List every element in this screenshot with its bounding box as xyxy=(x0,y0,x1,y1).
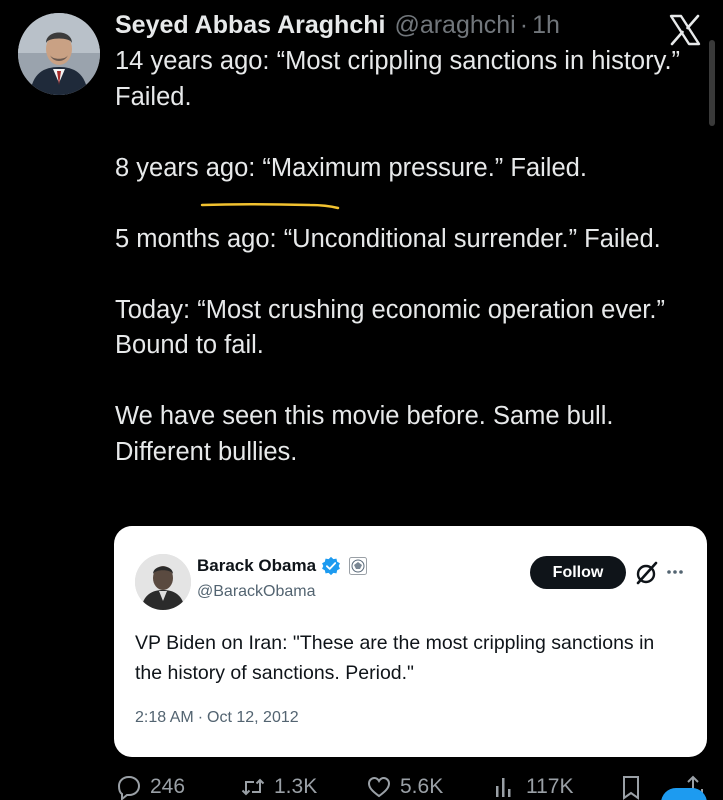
tweet-action-bar: 246 1.3K 5.6K 117K xyxy=(0,770,723,800)
date-highlight-underline xyxy=(200,203,340,210)
quoted-time: 2:18 AM xyxy=(135,709,194,726)
compose-fab[interactable] xyxy=(661,788,707,800)
heart-icon xyxy=(367,776,391,798)
bookmark-button[interactable] xyxy=(618,774,652,800)
author-name[interactable]: Seyed Abbas Araghchi xyxy=(115,11,385,40)
quoted-tweet-card[interactable]: Barack Obama @BarackObama Follow VP Bide… xyxy=(114,526,707,757)
repost-count: 1.3K xyxy=(274,775,318,798)
quoted-avatar-photo xyxy=(135,554,191,610)
meta-separator: · xyxy=(197,709,204,726)
repost-button[interactable]: 1.3K xyxy=(240,774,317,800)
tweet-paragraph: We have seen this movie before. Same bul… xyxy=(115,402,614,466)
tweet-paragraph: 14 years ago: “Most crippling sanctions … xyxy=(115,47,681,111)
more-options-icon[interactable] xyxy=(665,562,685,582)
government-seal-icon xyxy=(349,557,368,575)
reply-count: 246 xyxy=(150,775,186,798)
tweet-text: 14 years ago: “Most crippling sanctions … xyxy=(115,44,695,470)
quoted-tweet-text: VP Biden on Iran: "These are the most cr… xyxy=(135,632,655,684)
like-button[interactable]: 5.6K xyxy=(366,774,443,800)
verified-badge-icon xyxy=(322,556,340,576)
quoted-date: Oct 12, 2012 xyxy=(207,709,299,726)
tweet-paragraph: Today: “Most crushing economic operation… xyxy=(115,295,665,360)
quoted-author-handle[interactable]: @BarackObama xyxy=(197,583,316,601)
follow-button[interactable]: Follow xyxy=(530,556,626,589)
author-handle[interactable]: @araghchi xyxy=(394,11,515,40)
views-icon xyxy=(496,778,511,797)
scrollbar-thumb[interactable] xyxy=(709,40,715,126)
tweet-screen: Seyed Abbas Araghchi @araghchi · 1h 14 y… xyxy=(0,0,723,800)
reply-button[interactable]: 246 xyxy=(116,774,185,800)
quoted-tweet-timestamp[interactable]: 2:18 AM · Oct 12, 2012 xyxy=(135,709,299,727)
views-button[interactable]: 117K xyxy=(492,774,574,800)
like-count: 5.6K xyxy=(400,775,444,798)
tweet-paragraph: 5 months ago: “Unconditional surrender.”… xyxy=(115,224,661,253)
tweet-header: Seyed Abbas Araghchi @araghchi · 1h xyxy=(115,11,560,43)
quoted-author-name-row: Barack Obama xyxy=(197,556,368,576)
author-avatar[interactable] xyxy=(18,13,100,95)
bookmark-icon xyxy=(623,776,639,800)
quoted-author-name[interactable]: Barack Obama xyxy=(197,556,316,576)
quoted-author-avatar[interactable] xyxy=(135,554,191,610)
header-separator: · xyxy=(519,11,529,39)
x-logo-icon xyxy=(669,14,701,46)
views-count: 117K xyxy=(526,775,574,798)
tweet-paragraph: 8 years ago: “Maximum pressure.” Failed. xyxy=(115,153,587,182)
tweet-time[interactable]: 1h xyxy=(532,11,560,40)
author-avatar-photo xyxy=(18,13,100,95)
repost-icon xyxy=(241,778,265,796)
reply-icon xyxy=(117,775,141,800)
grok-icon[interactable] xyxy=(634,560,660,586)
